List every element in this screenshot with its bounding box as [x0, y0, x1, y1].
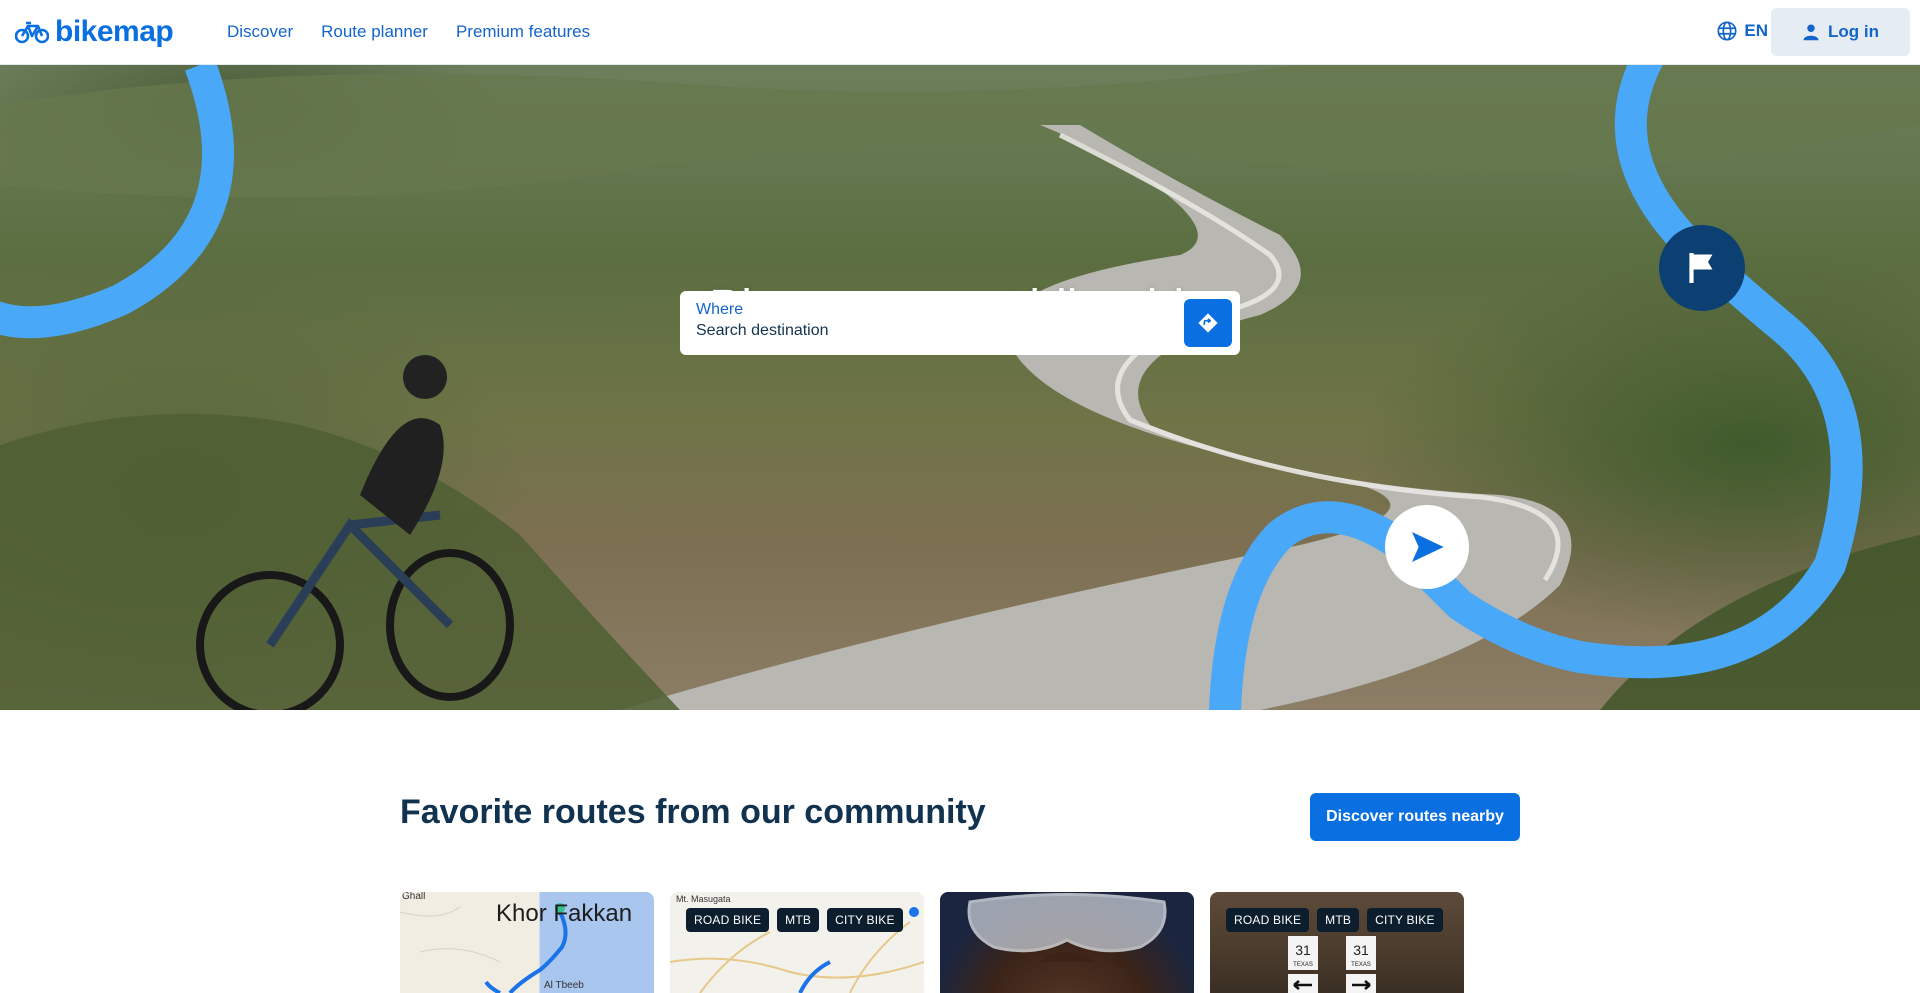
directions-icon [1198, 313, 1218, 333]
tag-road-bike: ROAD BIKE [686, 908, 770, 932]
destination-search: Where [680, 291, 1240, 355]
directions-button[interactable] [1184, 299, 1232, 347]
search-input[interactable] [696, 322, 1176, 340]
map-label-ghall: Ghall [402, 892, 426, 902]
route-card[interactable]: Mt. Masugata ROAD BIKE MTB CITY BIKE [670, 892, 924, 993]
sign-text: TEXAS [1351, 962, 1371, 968]
route-tags: ROAD BIKE MTB CITY BIKE [686, 908, 903, 932]
tag-road-bike: ROAD BIKE [1226, 908, 1310, 932]
route-tags: ROAD BIKE MTB CITY BIKE [1226, 908, 1443, 932]
sign-text: TEXAS [1293, 962, 1313, 968]
nav-premium-features[interactable]: Premium features [456, 22, 590, 42]
hero-background-image [0, 65, 1920, 710]
hero-banner: Plan your next bike ride Where [0, 65, 1920, 710]
top-header: bikemap Discover Route planner Premium f… [0, 0, 1920, 65]
route-photo-thumbnail [967, 893, 1167, 962]
start-marker [1385, 505, 1469, 589]
map-label-khor-fakkan: Khor Fakkan [496, 900, 633, 927]
globe-icon [1717, 21, 1737, 41]
route-cards: Ghall Khor Fakkan Al Tbeeb Mt. Masugata … [400, 892, 1464, 993]
route-card[interactable]: 31 31 TEXAS TEXAS ROAD BIKE MTB CITY BIK… [1210, 892, 1464, 993]
tag-city-bike: CITY BIKE [1367, 908, 1443, 932]
main-nav: Discover Route planner Premium features [227, 0, 590, 64]
nav-discover[interactable]: Discover [227, 22, 293, 42]
login-button[interactable]: Log in [1771, 8, 1910, 56]
login-label: Log in [1828, 22, 1879, 41]
finish-flag-marker [1659, 225, 1745, 311]
search-label: Where [696, 301, 744, 318]
tag-mtb: MTB [1317, 908, 1360, 932]
language-selector[interactable]: EN [1716, 20, 1768, 42]
discover-routes-button[interactable]: Discover routes nearby [1310, 793, 1520, 841]
bike-logo-icon [15, 21, 49, 44]
tag-mtb: MTB [777, 908, 820, 932]
sign-number: 31 [1295, 942, 1311, 958]
user-icon [1803, 24, 1819, 41]
tag-city-bike: CITY BIKE [827, 908, 903, 932]
sign-number: 31 [1353, 942, 1369, 958]
map-label-mt-masugata: Mt. Masugata [676, 894, 731, 904]
nav-route-planner[interactable]: Route planner [321, 22, 428, 42]
logo-text: bikemap [55, 15, 174, 48]
route-card[interactable] [940, 892, 1194, 993]
route-card[interactable]: Ghall Khor Fakkan Al Tbeeb [400, 892, 654, 993]
language-label: EN [1744, 21, 1768, 40]
flag-icon [1689, 253, 1713, 283]
play-icon [1412, 532, 1444, 562]
map-label-al-tbeeb: Al Tbeeb [544, 980, 584, 991]
section-title: Favorite routes from our community [400, 793, 986, 831]
bikemap-logo[interactable]: bikemap [15, 15, 174, 49]
